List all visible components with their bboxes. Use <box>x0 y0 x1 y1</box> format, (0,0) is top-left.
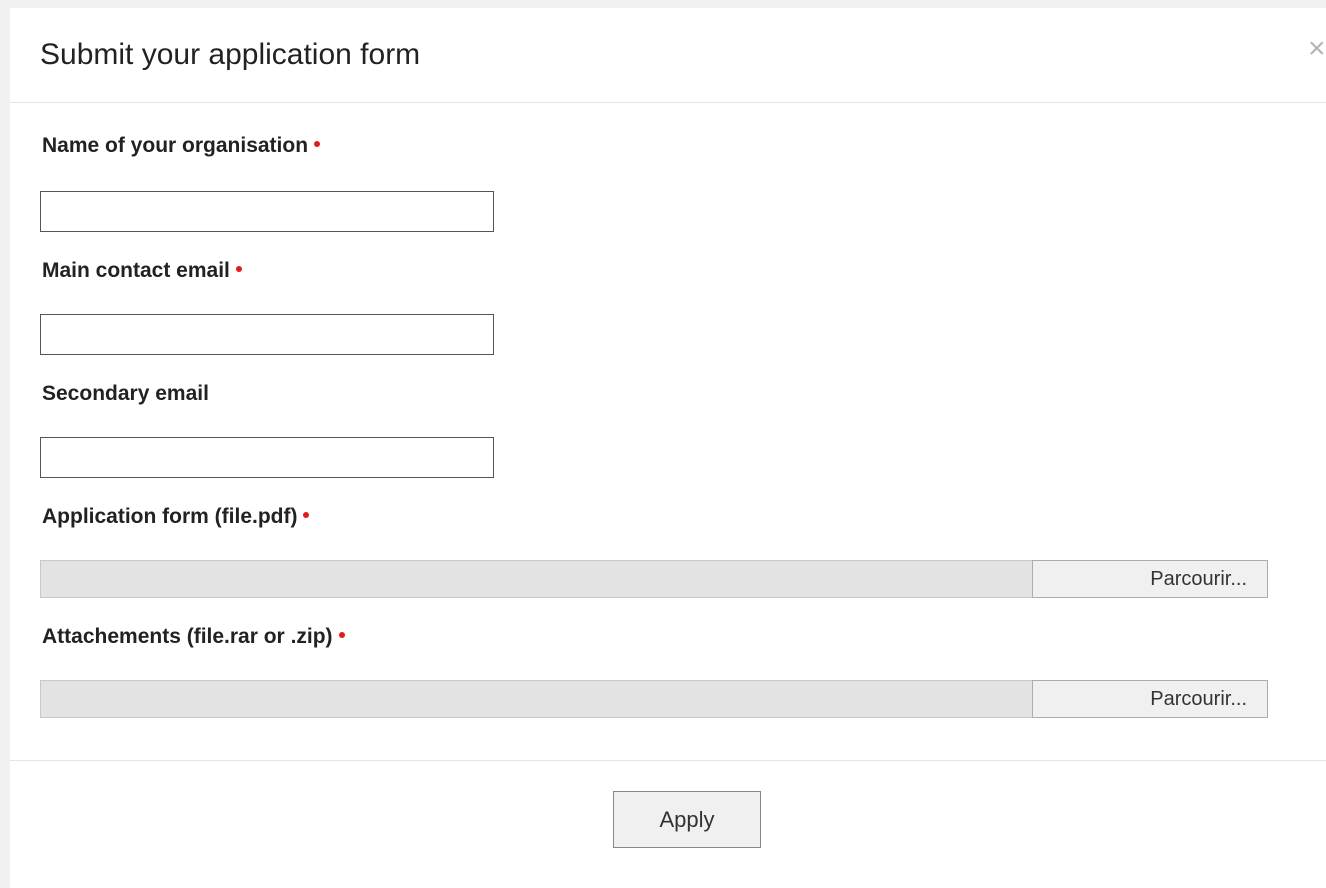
application-modal: Submit your application form × Name of y… <box>10 8 1326 888</box>
modal-title: Submit your application form <box>40 38 421 71</box>
required-dot-icon <box>314 141 321 148</box>
secondary-email-input[interactable] <box>40 437 494 478</box>
attachments-file-label-text: Attachements (file.rar or .zip) <box>42 625 333 648</box>
main-email-input[interactable] <box>40 314 494 355</box>
required-dot-icon <box>235 266 242 273</box>
attachments-file-browse-button[interactable]: Parcourir... <box>1032 680 1268 718</box>
attachments-file-path[interactable] <box>40 680 1032 718</box>
modal-footer: Apply <box>10 760 1326 888</box>
application-file-input[interactable]: Parcourir... <box>40 560 1268 598</box>
modal-header: Submit your application form × <box>10 8 1326 103</box>
required-dot-icon <box>338 632 345 639</box>
organisation-input[interactable] <box>40 191 494 232</box>
main-email-label-text: Main contact email <box>42 259 230 282</box>
attachments-file-input[interactable]: Parcourir... <box>40 680 1268 718</box>
organisation-label-text: Name of your organisation <box>42 134 309 157</box>
application-file-label-text: Application form (file.pdf) <box>42 505 298 528</box>
apply-button[interactable]: Apply <box>613 791 761 848</box>
close-icon[interactable]: × <box>1308 34 1326 64</box>
secondary-email-label-text: Secondary email <box>42 382 209 405</box>
application-file-path[interactable] <box>40 560 1032 598</box>
attachments-file-label: Attachements (file.rar or .zip) <box>42 625 345 649</box>
organisation-label: Name of your organisation <box>42 134 321 158</box>
main-email-label: Main contact email <box>42 259 242 283</box>
application-file-browse-button[interactable]: Parcourir... <box>1032 560 1268 598</box>
required-dot-icon <box>303 512 310 519</box>
secondary-email-label: Secondary email <box>42 382 209 406</box>
application-file-label: Application form (file.pdf) <box>42 505 310 529</box>
